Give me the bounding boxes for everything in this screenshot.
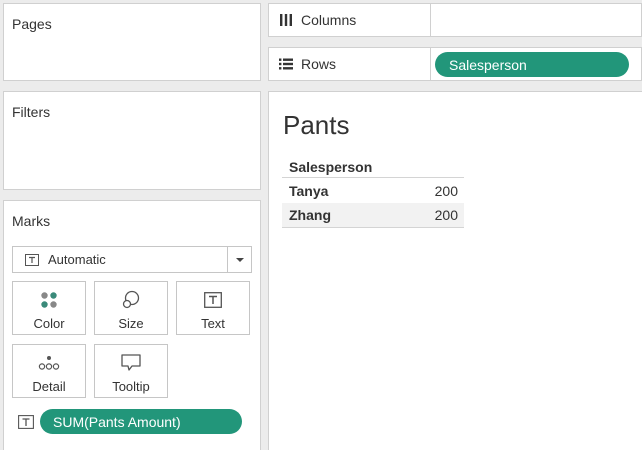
mark-type-label: Automatic xyxy=(48,252,106,267)
filters-card[interactable]: Filters xyxy=(3,91,261,190)
tooltip-button-label: Tooltip xyxy=(112,379,150,394)
text-encoding-icon[interactable] xyxy=(18,414,34,429)
detail-button[interactable]: Detail xyxy=(12,344,86,398)
pages-title: Pages xyxy=(12,16,52,32)
rows-shelf-label: Rows xyxy=(269,48,431,80)
columns-icon xyxy=(279,14,293,26)
text-mark-icon xyxy=(25,253,39,266)
tooltip-bubble-icon xyxy=(121,353,141,373)
rows-label-text: Rows xyxy=(301,56,337,72)
data-table: Salesperson Tanya 200 Zhang 200 xyxy=(282,156,464,228)
detail-button-label: Detail xyxy=(32,379,66,394)
rows-shelf[interactable]: Rows Salesperson xyxy=(268,47,642,81)
color-button-label: Color xyxy=(33,316,65,331)
table-row[interactable]: Tanya 200 xyxy=(282,178,464,203)
text-button[interactable]: Text xyxy=(176,281,250,335)
pages-card[interactable]: Pages xyxy=(3,3,261,81)
sum-pants-amount-pill[interactable]: SUM(Pants Amount) xyxy=(40,409,242,434)
dropdown-arrow-icon[interactable] xyxy=(227,247,251,272)
tooltip-button[interactable]: Tooltip xyxy=(94,344,168,398)
salesperson-cell[interactable]: Zhang xyxy=(289,207,331,223)
size-button-label: Size xyxy=(118,316,144,331)
salesperson-cell[interactable]: Tanya xyxy=(289,183,328,199)
sheet-title: Pants xyxy=(283,110,350,140)
mark-type-select[interactable]: Automatic xyxy=(12,246,252,273)
value-cell[interactable]: 200 xyxy=(435,207,458,223)
value-cell[interactable]: 200 xyxy=(435,183,458,199)
color-dots-icon xyxy=(40,290,58,310)
text-button-label: Text xyxy=(201,316,225,331)
table-row[interactable]: Zhang 200 xyxy=(282,203,464,228)
text-box-icon xyxy=(204,290,222,310)
columns-shelf[interactable]: Columns xyxy=(268,3,642,37)
detail-dots-icon xyxy=(38,353,60,373)
marks-card: Marks Automatic Color Size Text Detail T… xyxy=(3,200,261,450)
marks-title: Marks xyxy=(12,213,51,229)
color-button[interactable]: Color xyxy=(12,281,86,335)
salesperson-pill[interactable]: Salesperson xyxy=(435,52,629,77)
view-area[interactable]: Pants Salesperson Tanya 200 Zhang 200 xyxy=(268,91,642,450)
salesperson-header[interactable]: Salesperson xyxy=(282,156,464,178)
columns-label-text: Columns xyxy=(301,12,357,28)
filters-title: Filters xyxy=(12,104,51,120)
marks-field-row: SUM(Pants Amount) xyxy=(18,409,242,434)
size-button[interactable]: Size xyxy=(94,281,168,335)
rows-icon xyxy=(279,58,293,70)
size-circles-icon xyxy=(121,290,141,310)
columns-shelf-label: Columns xyxy=(269,4,431,36)
